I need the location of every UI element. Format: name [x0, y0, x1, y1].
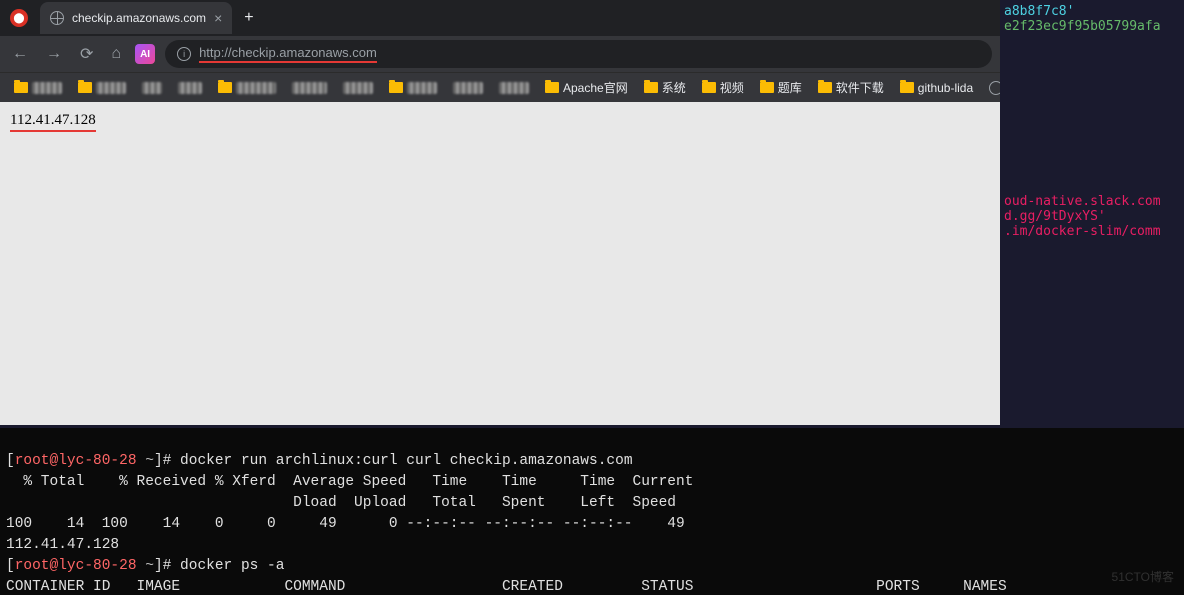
reload-button[interactable]: ⟳ [76, 44, 97, 64]
bookmark-item[interactable] [72, 80, 132, 96]
folder-icon [702, 82, 716, 93]
back-button[interactable]: ← [8, 45, 32, 63]
folder-icon [78, 82, 92, 93]
url-text: http://checkip.amazonaws.com [199, 45, 377, 63]
terminal-line: % Total % Received % Xferd Average Speed… [6, 474, 693, 490]
folder-icon [900, 82, 914, 93]
bookmark-system[interactable]: 系统 [638, 77, 692, 98]
site-info-icon[interactable]: i [177, 47, 191, 61]
bg-line: .im/docker-slim/comm [1004, 224, 1184, 239]
address-bar: ← → ⟳ ⌂ AI i http://checkip.amazonaws.co… [0, 36, 1000, 72]
bookmark-item[interactable] [172, 80, 208, 96]
bookmark-video[interactable]: 视频 [696, 77, 750, 98]
bookmark-item[interactable] [286, 80, 333, 96]
ip-display: 112.41.47.128 [10, 112, 96, 132]
browser-tab[interactable]: checkip.amazonaws.com × [40, 2, 232, 34]
folder-icon [14, 82, 28, 93]
bookmark-github[interactable]: github-lida [894, 79, 979, 97]
globe-icon [50, 11, 64, 25]
bookmark-item[interactable] [383, 80, 443, 96]
url-input[interactable]: i http://checkip.amazonaws.com [165, 40, 992, 68]
folder-icon [760, 82, 774, 93]
bookmark-download[interactable]: 软件下载 [812, 77, 890, 98]
terminal-line: 100 14 100 14 0 0 49 0 --:--:-- --:--:--… [6, 516, 685, 532]
app-icon: ⬤ [10, 9, 28, 27]
bookmark-item[interactable] [447, 80, 489, 96]
terminal-line: Dload Upload Total Spent Left Speed [6, 495, 676, 511]
bg-line: e2f23ec9f95b05799afa [1004, 19, 1184, 34]
bg-line: oud-native.slack.com [1004, 194, 1184, 209]
bookmark-item[interactable] [337, 80, 379, 96]
bookmark-qbank[interactable]: 题库 [754, 77, 808, 98]
ai-button[interactable]: AI [135, 44, 155, 64]
bookmark-apache[interactable]: Apache官网 [539, 77, 634, 98]
folder-icon [389, 82, 403, 93]
terminal[interactable]: [root@lyc-80-28 ~]# docker run archlinux… [0, 428, 1184, 595]
terminal-line: CONTAINER ID IMAGE COMMAND CREATED STATU… [6, 579, 1007, 595]
folder-icon [818, 82, 832, 93]
new-tab-button[interactable]: + [244, 9, 253, 27]
terminal-line: 112.41.47.128 [6, 537, 119, 553]
terminal-line: [root@lyc-80-28 ~]# docker ps -a [6, 558, 284, 574]
terminal-line: [root@lyc-80-28 ~]# docker run archlinux… [6, 453, 633, 469]
bookmark-item[interactable] [136, 80, 168, 96]
circle-icon [989, 81, 1000, 95]
bookmark-item[interactable] [493, 80, 535, 96]
home-button[interactable]: ⌂ [107, 45, 125, 63]
bookmark-aliyun[interactable]: 阿里云 [983, 77, 1000, 98]
bg-line: a8b8f7c8' [1004, 4, 1184, 19]
tab-title: checkip.amazonaws.com [72, 11, 206, 25]
bookmark-item[interactable] [212, 80, 282, 96]
watermark: 51CTO博客 [1112, 568, 1174, 585]
page-content: 112.41.47.128 [0, 102, 1000, 425]
folder-icon [545, 82, 559, 93]
browser-window: ⬤ checkip.amazonaws.com × + ← → ⟳ ⌂ AI i… [0, 0, 1000, 425]
forward-button[interactable]: → [42, 45, 66, 63]
background-terminal: a8b8f7c8' e2f23ec9f95b05799afa oud-nativ… [1000, 0, 1184, 425]
bookmarks-bar: Apache官网 系统 视频 题库 软件下载 github-lida 阿里云 [0, 72, 1000, 102]
tab-bar: ⬤ checkip.amazonaws.com × + [0, 0, 1000, 36]
folder-icon [644, 82, 658, 93]
bookmark-item[interactable] [8, 80, 68, 96]
close-icon[interactable]: × [214, 10, 222, 26]
folder-icon [218, 82, 232, 93]
bg-line: d.gg/9tDyxYS' [1004, 209, 1184, 224]
